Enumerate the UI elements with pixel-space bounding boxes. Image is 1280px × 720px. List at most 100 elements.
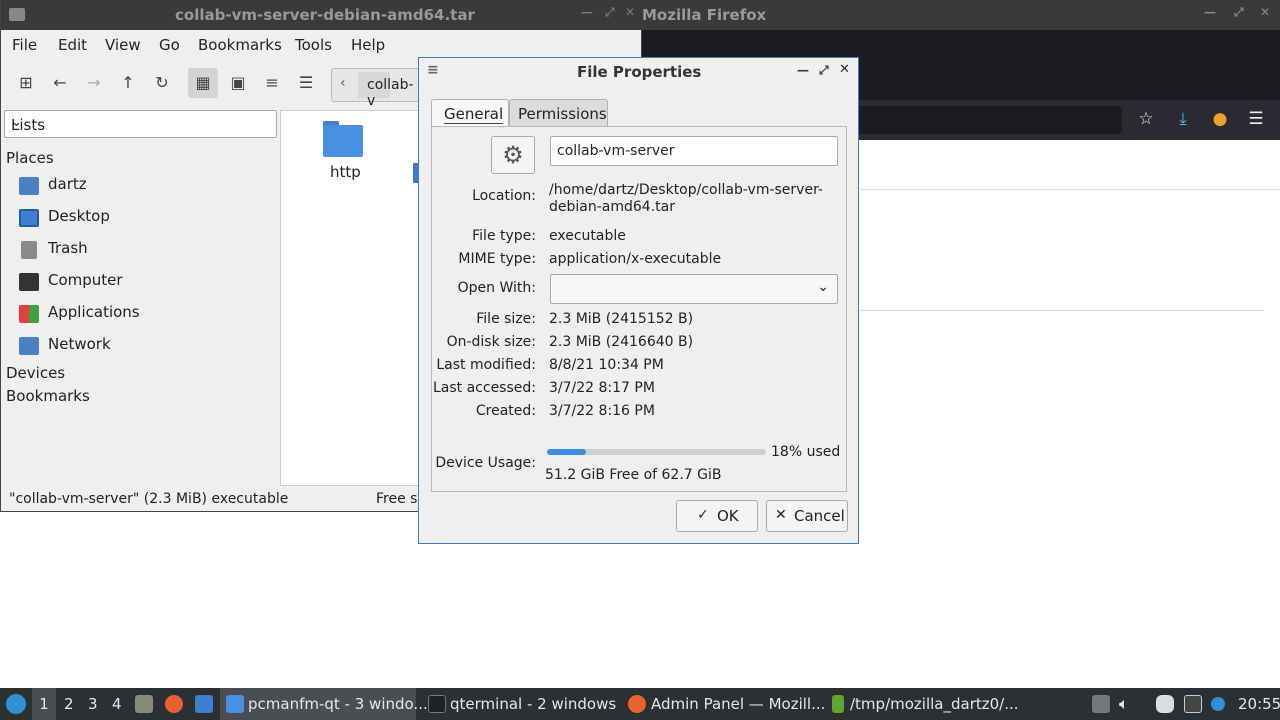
clock[interactable]: 20:55 bbox=[1238, 688, 1280, 720]
file-type-label: File type: bbox=[472, 228, 536, 244]
task-label: qterminal - 2 windows bbox=[450, 695, 617, 713]
icon-view-icon[interactable]: ▦ bbox=[188, 68, 218, 98]
location-label: Location: bbox=[472, 188, 536, 204]
file-size-value: 2.3 MiB (2415152 B) bbox=[549, 311, 694, 327]
file-size-label: File size: bbox=[476, 311, 536, 327]
menu-view[interactable]: View bbox=[105, 36, 141, 54]
downloads-icon[interactable]: ⤓ bbox=[1172, 108, 1194, 130]
file-name-input[interactable]: collab-vm-server bbox=[550, 136, 838, 166]
file-manager-title: collab-vm-server-debian-amd64.tar bbox=[175, 6, 475, 24]
menu-go[interactable]: Go bbox=[159, 36, 180, 54]
tab-permissions[interactable]: Permissions bbox=[509, 99, 608, 127]
change-icon-button[interactable]: ⚙ bbox=[491, 136, 535, 174]
close-icon[interactable]: ✕ bbox=[1260, 5, 1270, 19]
workspace-1[interactable]: 1 bbox=[32, 688, 56, 720]
minimize-icon[interactable]: — bbox=[581, 5, 593, 19]
compact-view-icon[interactable]: ≡ bbox=[257, 68, 287, 98]
task-tmp-mozilla[interactable]: /tmp/mozilla_dartz0/... bbox=[826, 688, 1022, 720]
firefox-launcher-icon[interactable] bbox=[165, 695, 183, 713]
hamburger-menu-icon[interactable]: ☰ bbox=[1245, 108, 1267, 130]
extension-icon[interactable]: ● bbox=[1209, 108, 1231, 130]
maximize-icon[interactable]: ⤢ bbox=[819, 63, 829, 78]
maximize-icon[interactable]: ⤢ bbox=[605, 5, 615, 20]
tray-updates-icon[interactable] bbox=[1092, 695, 1110, 713]
sidebar-item-label: Trash bbox=[48, 239, 88, 257]
new-tab-icon[interactable]: ⊞ bbox=[11, 68, 41, 98]
workspace-2[interactable]: 2 bbox=[64, 688, 74, 720]
window-menu-icon[interactable]: ≡ bbox=[427, 62, 439, 78]
start-menu-icon[interactable] bbox=[6, 694, 26, 714]
open-with-label: Open With: bbox=[457, 280, 536, 296]
last-modified-label: Last modified: bbox=[436, 357, 536, 373]
task-label: pcmanfm-qt - 3 windo... bbox=[248, 695, 428, 713]
file-item-http[interactable]: http bbox=[321, 119, 367, 181]
menu-edit[interactable]: Edit bbox=[58, 36, 87, 54]
menu-bookmarks[interactable]: Bookmarks bbox=[198, 36, 282, 54]
device-usage-bar bbox=[547, 449, 766, 455]
sidebar-item-label: dartz bbox=[48, 175, 87, 193]
clipboard-icon[interactable] bbox=[1156, 695, 1174, 713]
menu-file[interactable]: File bbox=[12, 36, 37, 54]
ok-button[interactable]: ✓ OK bbox=[676, 500, 758, 532]
dialog-titlebar: ≡ File Properties — ⤢ ✕ bbox=[419, 58, 858, 86]
minimize-icon[interactable]: — bbox=[797, 63, 809, 77]
detailed-list-icon[interactable]: ☰ bbox=[291, 68, 321, 98]
task-admin-panel[interactable]: Admin Panel — Mozill... bbox=[624, 688, 825, 720]
last-modified-value: 8/8/21 10:34 PM bbox=[549, 357, 664, 373]
tab-general[interactable]: General bbox=[431, 99, 509, 127]
location-value-line1: /home/dartz/Desktop/collab-vm-server- bbox=[549, 182, 823, 198]
path-segment[interactable]: collab-v bbox=[367, 77, 420, 109]
gear-icon: ⚙ bbox=[502, 141, 524, 169]
minimize-icon[interactable]: — bbox=[1204, 5, 1216, 19]
maximize-icon[interactable]: ⤢ bbox=[1234, 5, 1244, 20]
device-usage-percent: 18% used bbox=[771, 444, 841, 460]
file-manager-launcher-icon[interactable] bbox=[135, 695, 153, 713]
path-bar[interactable]: ‹ collab-v bbox=[331, 68, 421, 109]
display-icon[interactable] bbox=[1184, 695, 1202, 713]
folder-icon bbox=[226, 695, 244, 713]
up-arrow-icon[interactable]: ↑ bbox=[113, 68, 143, 98]
close-icon[interactable]: ✕ bbox=[839, 62, 850, 77]
sidebar-item-label: Computer bbox=[48, 271, 123, 289]
reload-icon[interactable]: ↻ bbox=[147, 68, 177, 98]
checkmark-icon: ✓ bbox=[697, 507, 709, 523]
chevron-down-icon: ⌄ bbox=[817, 279, 829, 295]
volume-icon[interactable]: 🔈︎ bbox=[1119, 688, 1129, 720]
menu-help[interactable]: Help bbox=[351, 36, 385, 54]
location-value-line2: debian-amd64.tar bbox=[549, 199, 675, 215]
ok-button-label: OK bbox=[717, 507, 739, 525]
side-pane-mode-select[interactable]: Lists ⌄ bbox=[4, 110, 277, 138]
status-selection-text: "collab-vm-server" (2.3 MiB) executable bbox=[9, 491, 289, 507]
window-menu-icon[interactable] bbox=[9, 8, 25, 21]
close-icon[interactable]: ✕ bbox=[625, 5, 635, 19]
network-icon bbox=[19, 337, 39, 355]
last-accessed-value: 3/7/22 8:17 PM bbox=[549, 380, 655, 396]
general-tab-panel bbox=[431, 126, 847, 492]
sidebar-item-label: Desktop bbox=[48, 207, 110, 225]
task-qterminal[interactable]: qterminal - 2 windows bbox=[422, 688, 618, 720]
places-header[interactable]: Places bbox=[6, 149, 54, 167]
back-arrow-icon[interactable]: ← bbox=[45, 68, 75, 98]
thumbnail-view-icon[interactable]: ▣ bbox=[223, 68, 253, 98]
path-back-chevron-icon[interactable]: ‹ bbox=[340, 75, 346, 91]
terminal-icon bbox=[428, 695, 446, 713]
bookmarks-header[interactable]: Bookmarks bbox=[6, 387, 90, 405]
menu-tools[interactable]: Tools bbox=[295, 36, 332, 54]
cancel-button[interactable]: ✕ Cancel bbox=[766, 500, 848, 532]
open-with-select[interactable]: ⌄ bbox=[550, 274, 838, 304]
applications-icon bbox=[19, 305, 39, 323]
forward-arrow-icon[interactable]: → bbox=[79, 68, 109, 98]
devices-header[interactable]: Devices bbox=[6, 364, 65, 382]
bookmark-star-icon[interactable]: ☆ bbox=[1135, 108, 1157, 130]
cancel-x-icon: ✕ bbox=[775, 507, 787, 523]
info-icon[interactable] bbox=[1211, 697, 1225, 711]
workspace-3[interactable]: 3 bbox=[88, 688, 98, 720]
task-pcmanfm[interactable]: pcmanfm-qt - 3 windo... bbox=[220, 688, 428, 720]
taskbar: 1 2 3 4 pcmanfm-qt - 3 windo... qtermina… bbox=[0, 688, 1280, 720]
firefox-titlebar: Mozilla Firefox — ⤢ ✕ bbox=[642, 0, 1280, 30]
on-disk-size-label: On-disk size: bbox=[446, 334, 536, 350]
computer-icon bbox=[19, 273, 39, 291]
trash-icon bbox=[21, 241, 37, 259]
desktop-launcher-icon[interactable] bbox=[195, 695, 213, 713]
workspace-4[interactable]: 4 bbox=[112, 688, 122, 720]
